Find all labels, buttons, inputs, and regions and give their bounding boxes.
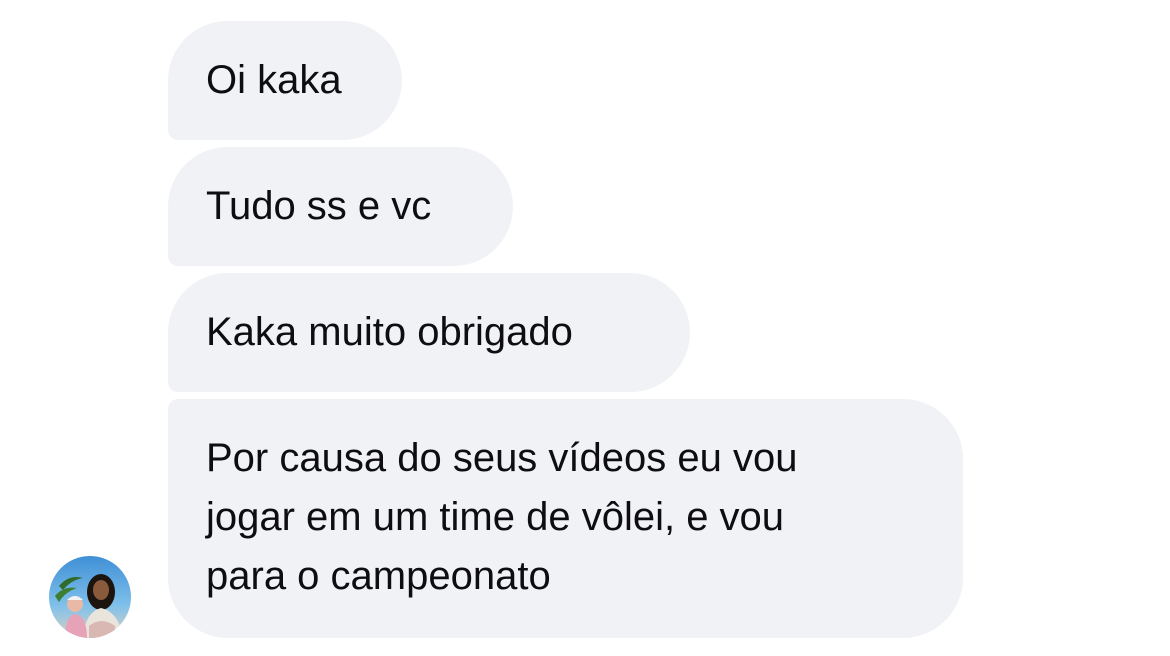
message-text-line: Por causa do seus vídeos eu vou: [206, 436, 798, 480]
message-text: Oi kaka: [206, 58, 342, 102]
profile-photo-icon: [49, 556, 131, 638]
message-bubble[interactable]: Por causa do seus vídeos eu vou jogar em…: [168, 399, 963, 638]
message-thread: Oi kaka Tudo ss e vc Kaka muito obrigado…: [0, 0, 1170, 656]
message-text-line: jogar em um time de vôlei, e vou: [206, 495, 785, 539]
message-bubble[interactable]: Oi kaka: [168, 21, 402, 140]
message-text: Tudo ss e vc: [206, 184, 432, 228]
message-bubble[interactable]: Kaka muito obrigado: [168, 273, 690, 392]
message-text: Kaka muito obrigado: [206, 310, 573, 354]
message-text-line: para o campeonato: [206, 554, 551, 598]
message-bubble[interactable]: Tudo ss e vc: [168, 147, 513, 266]
sender-avatar[interactable]: [49, 556, 131, 638]
